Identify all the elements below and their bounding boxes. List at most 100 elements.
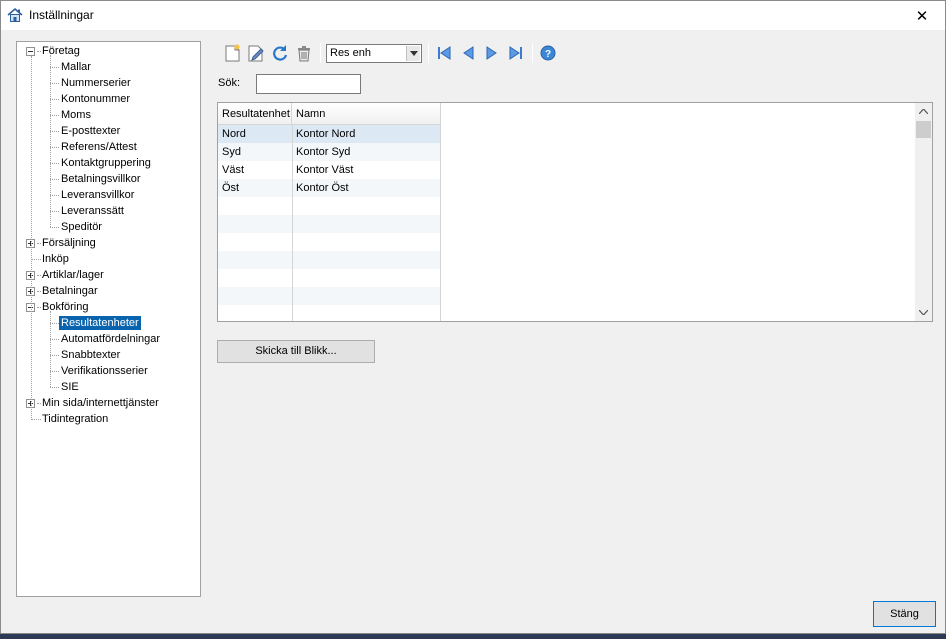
vertical-scrollbar[interactable] [915, 103, 932, 321]
tree-item-label: Leveransvillkor [61, 189, 135, 201]
refresh-icon [273, 45, 288, 61]
close-window-button[interactable]: ✕ [899, 1, 945, 30]
tree-item-label: Betalningsvillkor [61, 173, 141, 185]
tree-item-group[interactable]: Inköp [17, 251, 200, 267]
tree-item-group[interactable]: Bokföring [17, 299, 200, 315]
table-row[interactable]: Väst Kontor Väst [218, 161, 440, 179]
tree-connector [50, 371, 59, 372]
cell-resultatenhet: Nord [222, 128, 246, 140]
edit-button[interactable] [245, 42, 267, 64]
close-button[interactable]: Stäng [873, 601, 936, 627]
tree-item[interactable]: Verifikationsserier [17, 363, 200, 379]
client-area: Företag Mallar Nummerserier Kontonummer Moms… [1, 30, 945, 633]
tree-item-label: Min sida/internettjänster [42, 397, 159, 409]
grid-header: Resultatenhet Namn [218, 103, 441, 125]
table-row[interactable]: Öst Kontor Öst [218, 179, 440, 197]
close-icon: ✕ [915, 7, 929, 25]
tree-item[interactable]: Kontaktgruppering [17, 155, 200, 171]
tree-item[interactable]: Moms [17, 107, 200, 123]
tree-item[interactable]: Leveransvillkor [17, 187, 200, 203]
tree-connector [50, 67, 59, 68]
table-row[interactable]: Nord Kontor Nord [218, 125, 440, 143]
cell-namn: Kontor Nord [296, 128, 356, 140]
scroll-thumb[interactable] [916, 121, 931, 138]
tree-item[interactable]: Snabbtexter [17, 347, 200, 363]
tree-connector [50, 323, 59, 324]
tree-item[interactable]: Automatfördelningar [17, 331, 200, 347]
tree-item-label: Referens/Attest [61, 141, 137, 153]
scroll-down-icon[interactable] [915, 304, 932, 321]
settings-tree[interactable]: Företag Mallar Nummerserier Kontonummer Moms… [16, 41, 201, 597]
tree-item-label: Betalningar [42, 285, 98, 297]
first-record-button[interactable] [433, 42, 455, 64]
tree-item-label: Mallar [61, 61, 91, 73]
scroll-up-icon[interactable] [915, 103, 932, 120]
register-select-value: Res enh [330, 47, 371, 59]
tree-item[interactable]: Mallar [17, 59, 200, 75]
tree-item-label: Inköp [42, 253, 69, 265]
search-input[interactable] [256, 74, 361, 94]
tree-item-label: Moms [61, 109, 91, 121]
column-header-resultatenhet[interactable]: Resultatenhet [218, 103, 292, 125]
tree-item-label: E-posttexter [61, 125, 121, 137]
svg-text:?: ? [545, 49, 551, 60]
tree-item-label: Automatfördelningar [61, 333, 161, 345]
tree-connector [50, 115, 59, 116]
tree-item-group[interactable]: Artiklar/lager [17, 267, 200, 283]
column-divider [292, 125, 293, 321]
refresh-button[interactable] [269, 42, 291, 64]
tree-item-group[interactable]: Försäljning [17, 235, 200, 251]
tree-item[interactable]: Referens/Attest [17, 139, 200, 155]
column-divider [440, 125, 441, 321]
tree-item-label: Företag [42, 45, 80, 57]
previous-record-button[interactable] [457, 42, 479, 64]
tree-connector [50, 99, 59, 100]
tree-item[interactable]: SIE [17, 379, 200, 395]
tree-item-group[interactable]: Tidintegration [17, 411, 200, 427]
tree-item-group[interactable]: Min sida/internettjänster [17, 395, 200, 411]
toolbar-separator [428, 43, 429, 63]
tree-item-group[interactable]: Företag [17, 43, 200, 59]
tree-connector [50, 83, 59, 84]
result-units-grid[interactable]: Resultatenhet Namn Nord Kontor Nord Syd Kon… [217, 102, 933, 322]
cell-namn: Kontor Syd [296, 146, 351, 158]
delete-button[interactable] [293, 42, 315, 64]
tree-item[interactable]: Nummerserier [17, 75, 200, 91]
cell-namn: Kontor Öst [296, 182, 349, 194]
tree-connector [50, 227, 59, 228]
send-to-blikk-button[interactable]: Skicka till Blikk... [217, 340, 375, 363]
column-header-namn[interactable]: Namn [292, 103, 441, 125]
tree-item[interactable]: Speditör [17, 219, 200, 235]
tree-connector [50, 147, 59, 148]
register-select[interactable]: Res enh [326, 44, 422, 63]
tree-item-label: Nummerserier [61, 77, 131, 89]
tree-item-label: Kontonummer [61, 93, 131, 105]
new-button[interactable] [221, 42, 243, 64]
table-row[interactable]: Syd Kontor Syd [218, 143, 440, 161]
tree-connector [50, 355, 59, 356]
tree-item[interactable]: Betalningsvillkor [17, 171, 200, 187]
title-bar: Inställningar ✕ [1, 1, 945, 30]
delete-icon [298, 46, 310, 62]
previous-record-icon [463, 46, 474, 60]
tree-connector [50, 131, 59, 132]
chevron-down-icon[interactable] [406, 46, 420, 61]
last-record-button[interactable] [505, 42, 527, 64]
tree-item-label: Artiklar/lager [42, 269, 104, 281]
tree-item-group[interactable]: Betalningar [17, 283, 200, 299]
collapse-icon[interactable] [26, 47, 35, 56]
tree-item[interactable]: Leveranssätt [17, 203, 200, 219]
empty-row [218, 251, 440, 269]
tree-item[interactable]: Resultatenheter [17, 315, 200, 331]
tree-item[interactable]: Kontonummer [17, 91, 200, 107]
tree-item-label: Kontaktgruppering [61, 157, 151, 169]
help-button[interactable]: ? [537, 42, 559, 64]
cell-resultatenhet: Syd [222, 146, 241, 158]
tree-connector [50, 179, 59, 180]
tree-item[interactable]: E-posttexter [17, 123, 200, 139]
empty-row [218, 197, 440, 215]
next-record-button[interactable] [481, 42, 503, 64]
tree-connector [50, 339, 59, 340]
tree-item-label: Bokföring [42, 301, 89, 313]
toolbar-separator [532, 43, 533, 63]
